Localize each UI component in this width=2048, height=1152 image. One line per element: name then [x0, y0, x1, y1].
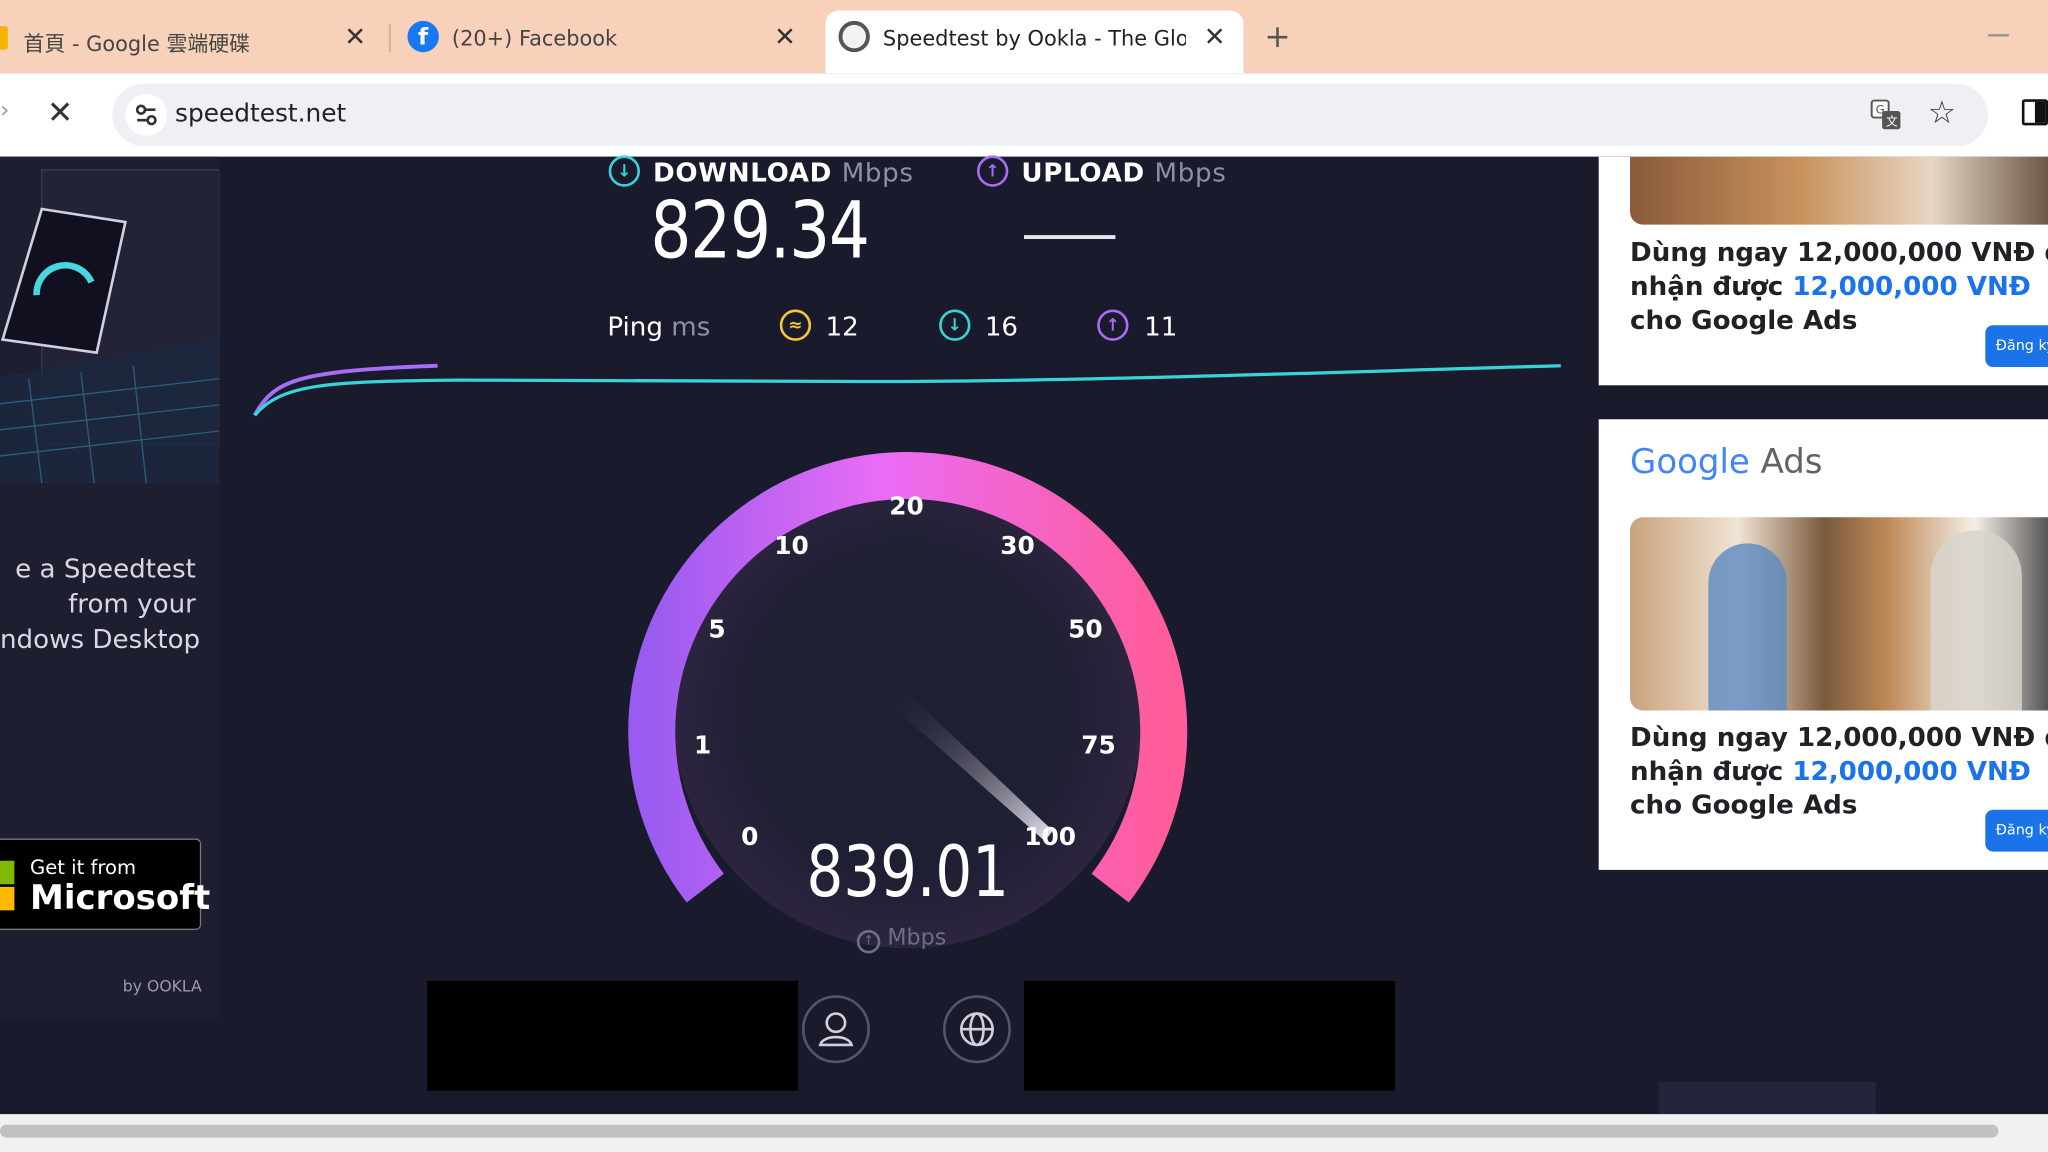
ping-label: Ping ms	[607, 311, 710, 342]
upload-unit: Mbps	[1154, 156, 1227, 189]
download-latency-value: 16	[984, 310, 1019, 343]
promo-line: ndows Desktop	[0, 623, 201, 655]
gauge-tick-label: 75	[1081, 731, 1116, 760]
tab-separator	[389, 23, 391, 53]
tab-title: (20+) Facebook	[451, 26, 618, 51]
badge-small-text: Get it from	[30, 855, 137, 880]
taskbar-peek	[1658, 1081, 1876, 1115]
ad-amount: 12,000,000 VNĐ	[1792, 754, 2031, 787]
tab-title: 首頁 - Google 雲端硬碟	[23, 31, 251, 57]
google-ads-logo: Google Ads	[1630, 443, 1822, 482]
facebook-icon: f	[407, 20, 439, 53]
idle-latency-icon: ≈	[779, 309, 812, 341]
ad-amount: 12,000,000 VNĐ	[1792, 270, 2031, 302]
scrollbar-thumb[interactable]	[0, 1124, 1999, 1138]
address-bar[interactable]: speedtest.net G文 ☆	[112, 83, 1988, 147]
gauge-tick-label: 0	[741, 822, 758, 851]
ping-label-text: Ping	[607, 310, 663, 343]
tab-speedtest[interactable]: Speedtest by Ookla - The Globa ✕	[825, 10, 1244, 74]
user-button[interactable]	[801, 995, 870, 1064]
ad-signup-button[interactable]: Đăng ký	[1985, 809, 2048, 852]
by-ookla-text: by OOKLA	[122, 976, 202, 996]
ad-line-part: nhận được	[1630, 754, 1793, 787]
upload-label-text: UPLOAD	[1021, 156, 1145, 189]
ad-line-part: nhận được	[1630, 270, 1793, 302]
download-label-text: DOWNLOAD	[653, 156, 832, 189]
download-speed-value: 829.34	[650, 185, 870, 277]
google-drive-icon	[0, 26, 8, 50]
upload-icon: ↑	[976, 155, 1009, 187]
tab-title: Speedtest by Ookla - The Globa	[882, 26, 1186, 51]
gauge-tick-label: 20	[889, 492, 924, 521]
user-icon	[818, 1012, 854, 1047]
promo-line: from your	[68, 587, 196, 620]
redacted-box-right	[1023, 980, 1395, 1091]
badge-big-text: Microsoft	[30, 879, 211, 919]
tab-google-drive[interactable]: 首頁 - Google 雲端硬碟 ✕	[0, 10, 379, 73]
redacted-box-left	[427, 980, 799, 1091]
back-arrow-icon[interactable]: ›	[0, 97, 9, 124]
gauge-speed-value: 839.01	[806, 830, 1009, 913]
new-tab-button[interactable]: +	[1264, 18, 1290, 55]
google-logo-text: Google	[1630, 442, 1750, 482]
ad-line: Dùng ngay 12,000,000 VNĐ để	[1630, 720, 2048, 753]
download-latency-icon: ↓	[939, 309, 971, 341]
horizontal-scrollbar[interactable]	[0, 1114, 2048, 1152]
upload-latency-icon: ↑	[1097, 309, 1129, 341]
bookmark-star-icon[interactable]: ☆	[1928, 94, 1956, 131]
download-icon: ↓	[608, 155, 640, 187]
microsoft-store-badge[interactable]: Get it from Microsoft	[0, 838, 210, 930]
tab-facebook[interactable]: f (20+) Facebook ✕	[394, 10, 812, 73]
browser-toolbar: › ✕ speedtest.net G文 ☆	[0, 73, 2048, 157]
url-text[interactable]: speedtest.net	[175, 99, 346, 128]
upload-label: UPLOAD Mbps	[1021, 157, 1226, 188]
speedtest-icon	[838, 20, 870, 53]
svg-text:G: G	[1876, 103, 1885, 117]
gauge-unit-text: Mbps	[887, 924, 947, 951]
promo-line: e a Speedtest	[15, 552, 196, 584]
globe-icon	[959, 1012, 994, 1047]
close-icon[interactable]: ✕	[1199, 21, 1230, 52]
translate-icon[interactable]: G文	[1870, 99, 1901, 130]
ad-text: Dùng ngay 12,000,000 VNĐ để nhận được 12…	[1630, 235, 2048, 337]
gauge-tick-label: 1	[694, 731, 711, 760]
ad-line: Dùng ngay 12,000,000 VNĐ để	[1630, 236, 2048, 268]
idle-latency-value: 12	[825, 310, 859, 343]
gauge-unit: ↑ Mbps	[856, 924, 947, 954]
upload-speed-placeholder	[1023, 235, 1116, 240]
google-ads-banner-top[interactable]: Dùng ngay 12,000,000 VNĐ để nhận được 12…	[1598, 156, 2048, 386]
upload-small-icon: ↑	[856, 929, 881, 954]
ad-photo	[1630, 517, 2048, 711]
left-ad-banner[interactable]: e a Speedtest from your ndows Desktop Ge…	[0, 156, 220, 1019]
gauge-tick-label: 10	[774, 531, 809, 560]
upload-latency-value: 11	[1144, 310, 1178, 343]
ad-signup-button[interactable]: Đăng ký	[1985, 325, 2048, 368]
google-ads-banner-bottom[interactable]: Google Ads Dùng ngay 12,000,000 VNĐ để n…	[1598, 419, 2048, 870]
gauge-tick-label: 30	[1000, 531, 1035, 560]
server-globe-button[interactable]	[943, 995, 1011, 1064]
svg-text:文: 文	[1886, 114, 1898, 128]
ad-line: nhận được 12,000,000 VNĐ	[1630, 269, 2048, 303]
site-settings-icon[interactable]	[125, 94, 168, 136]
close-icon[interactable]: ✕	[340, 21, 371, 52]
gauge-tick-label: 5	[708, 614, 725, 643]
ads-logo-text: Ads	[1749, 442, 1823, 482]
left-ad-promo-text: e a Speedtest from your ndows Desktop	[0, 551, 219, 657]
stop-loading-icon[interactable]: ✕	[47, 94, 73, 131]
ping-unit: ms	[671, 310, 711, 343]
download-label: DOWNLOAD Mbps	[653, 157, 914, 188]
side-panel-icon[interactable]	[2021, 99, 2048, 126]
ad-text: Dùng ngay 12,000,000 VNĐ để nhận được 12…	[1630, 720, 2048, 822]
gauge-tick-label: 100	[1024, 822, 1076, 851]
download-unit: Mbps	[841, 156, 914, 189]
ad-photo	[1630, 156, 2048, 225]
tab-strip: 首頁 - Google 雲端硬碟 ✕ f (20+) Facebook ✕ Sp…	[0, 0, 2048, 74]
ad-line: nhận được 12,000,000 VNĐ	[1630, 754, 2048, 788]
minimize-icon[interactable]	[1987, 33, 2009, 37]
close-icon[interactable]: ✕	[769, 21, 800, 52]
gauge-tick-label: 50	[1068, 614, 1103, 643]
microsoft-logo-icon	[0, 860, 15, 913]
